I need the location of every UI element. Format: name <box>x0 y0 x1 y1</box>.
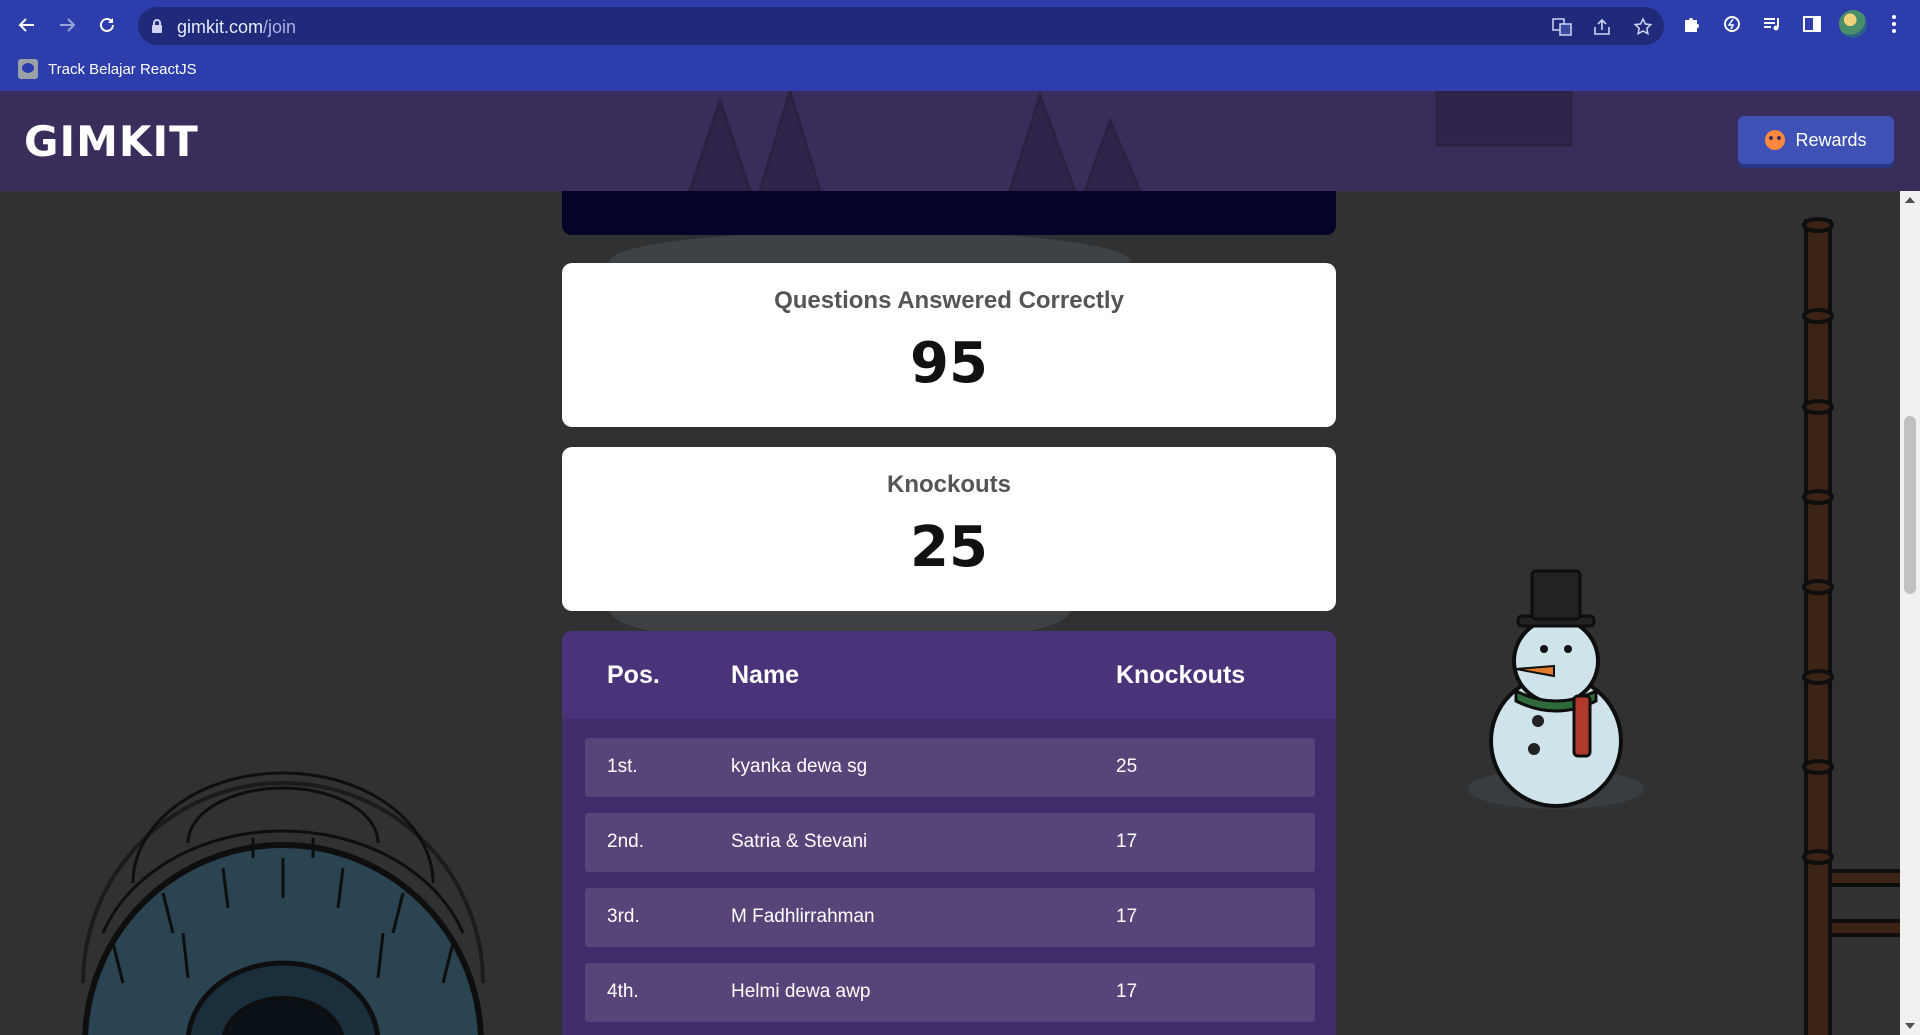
bookmark-star-icon[interactable] <box>1632 16 1654 38</box>
bookmarks-bar: Track Belajar ReactJS <box>0 49 1920 91</box>
address-bar[interactable]: gimkit.com/join <box>138 7 1664 45</box>
bookmark-label: Track Belajar ReactJS <box>48 60 197 78</box>
stat-label: Questions Answered Correctly <box>774 287 1124 314</box>
gimkit-logo[interactable]: GIMKIT <box>24 117 199 166</box>
page-viewport: GIMKIT Rewards Questions Answered Correc… <box>0 91 1920 1035</box>
row-knockouts: 17 <box>1116 906 1138 927</box>
page-scrollbar[interactable] <box>1900 191 1920 1035</box>
row-knockouts: 25 <box>1116 756 1138 777</box>
header-name: Name <box>731 661 800 689</box>
share-icon[interactable] <box>1591 16 1613 38</box>
profile-avatar[interactable] <box>1839 10 1867 38</box>
row-pos: 3rd. <box>607 906 640 927</box>
scroll-up-arrow-icon[interactable] <box>1905 197 1915 203</box>
leaderboard-row: 1st. kyanka dewa sg 25 <box>585 738 1315 797</box>
bookmark-favicon-icon <box>18 59 38 79</box>
row-pos: 4th. <box>607 981 639 1002</box>
leaderboard: Pos. Name Knockouts 1st. kyanka dewa sg … <box>562 631 1336 1035</box>
stat-card-knockouts: Knockouts 25 <box>562 447 1336 611</box>
leaderboard-row: 4th. Helmi dewa awp 17 <box>585 963 1315 1022</box>
back-icon[interactable] <box>14 12 40 38</box>
igloo <box>81 771 485 1035</box>
row-name: Helmi dewa awp <box>731 981 871 1002</box>
browser-chrome: gimkit.com/join Track Belajar ReactJS <box>0 0 1920 91</box>
scrollbar-thumb[interactable] <box>1904 416 1916 594</box>
row-knockouts: 17 <box>1116 981 1138 1002</box>
lock-icon <box>150 18 164 39</box>
bookmark-item[interactable]: Track Belajar ReactJS <box>18 59 197 79</box>
row-knockouts: 17 <box>1116 831 1138 852</box>
row-name: M Fadhlirrahman <box>731 906 875 927</box>
scroll-down-arrow-icon[interactable] <box>1905 1023 1915 1029</box>
browser-toolbar: gimkit.com/join <box>0 0 1920 49</box>
side-panel-icon[interactable] <box>1800 12 1824 36</box>
row-pos: 2nd. <box>607 831 644 852</box>
row-name: kyanka dewa sg <box>731 756 868 777</box>
row-name: Satria & Stevani <box>731 831 868 852</box>
leaderboard-header: Pos. Name Knockouts <box>562 631 1336 719</box>
leaderboard-row: 2nd. Satria & Stevani 17 <box>585 813 1315 872</box>
extension-icon[interactable] <box>1720 12 1744 36</box>
translate-icon[interactable] <box>1551 16 1573 38</box>
stat-value: 95 <box>910 331 988 396</box>
header-knockouts: Knockouts <box>1116 661 1246 689</box>
gimkit-header: GIMKIT Rewards <box>0 91 1920 191</box>
rewards-face-icon <box>1765 130 1786 150</box>
snowman <box>1468 569 1644 809</box>
stat-value: 25 <box>910 515 988 580</box>
header-pos: Pos. <box>607 661 660 689</box>
fence <box>1802 217 1912 1035</box>
forward-icon[interactable] <box>54 12 80 38</box>
extensions-puzzle-icon[interactable] <box>1680 12 1704 36</box>
row-pos: 1st. <box>607 756 638 777</box>
stat-card-correct: Questions Answered Correctly 95 <box>562 263 1336 427</box>
stat-label: Knockouts <box>886 471 1011 498</box>
media-queue-icon[interactable] <box>1760 12 1784 36</box>
rewards-label: Rewards <box>1795 129 1867 150</box>
scrolled-card-bottom <box>562 189 1336 235</box>
rewards-button[interactable]: Rewards <box>1738 116 1894 164</box>
url-text: gimkit.com/join <box>177 17 297 37</box>
leaderboard-row: 3rd. M Fadhlirrahman 17 <box>585 888 1315 947</box>
menu-kebab-icon[interactable] <box>1882 12 1906 36</box>
reload-icon[interactable] <box>94 12 120 38</box>
